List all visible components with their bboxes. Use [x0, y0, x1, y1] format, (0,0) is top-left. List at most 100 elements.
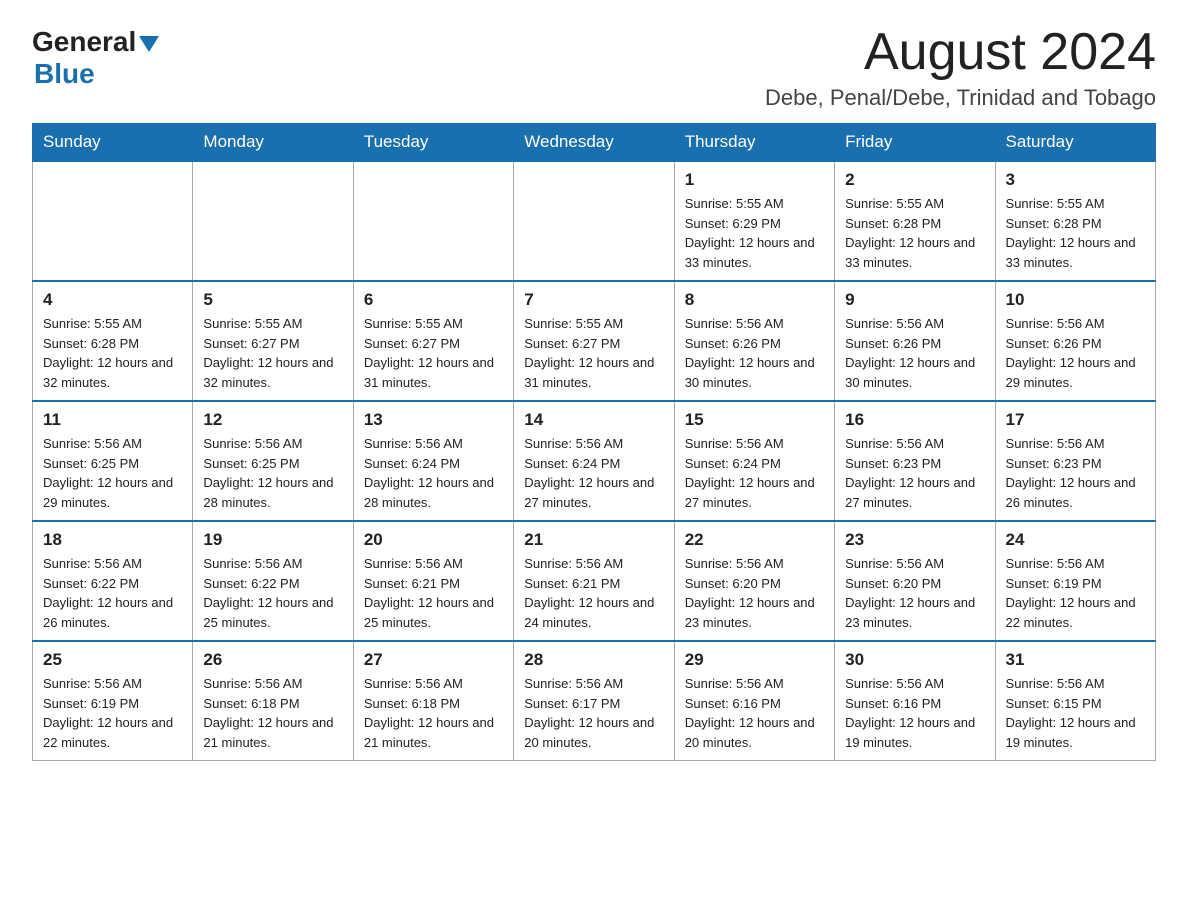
day-number: 26 [203, 650, 342, 670]
day-number: 29 [685, 650, 824, 670]
day-info: Sunrise: 5:56 AMSunset: 6:17 PMDaylight:… [524, 674, 663, 752]
day-info: Sunrise: 5:56 AMSunset: 6:26 PMDaylight:… [845, 314, 984, 392]
day-number: 1 [685, 170, 824, 190]
day-number: 5 [203, 290, 342, 310]
day-info: Sunrise: 5:56 AMSunset: 6:19 PMDaylight:… [43, 674, 182, 752]
day-info: Sunrise: 5:56 AMSunset: 6:18 PMDaylight:… [364, 674, 503, 752]
logo: General Blue [32, 28, 159, 90]
day-number: 16 [845, 410, 984, 430]
day-info: Sunrise: 5:56 AMSunset: 6:25 PMDaylight:… [43, 434, 182, 512]
calendar-cell: 10Sunrise: 5:56 AMSunset: 6:26 PMDayligh… [995, 281, 1155, 401]
calendar-cell: 18 Sunrise: 5:56 AMSunset: 6:22 PMDayligh… [33, 521, 193, 641]
day-number: 14 [524, 410, 663, 430]
day-number: 23 [845, 530, 984, 550]
week-row: 4 Sunrise: 5:55 AMSunset: 6:28 PMDaylight… [33, 281, 1156, 401]
week-row: 1 Sunrise: 5:55 AMSunset: 6:29 PMDaylight… [33, 161, 1156, 281]
title-area: August 2024 Debe, Penal/Debe, Trinidad a… [765, 24, 1156, 111]
calendar-cell: 30 Sunrise: 5:56 AMSunset: 6:16 PMDayligh… [835, 641, 995, 761]
day-info: Sunrise: 5:56 AMSunset: 6:18 PMDaylight:… [203, 674, 342, 752]
day-number: 22 [685, 530, 824, 550]
day-info: Sunrise: 5:56 AMSunset: 6:23 PMDaylight:… [845, 434, 984, 512]
calendar-cell: 20 Sunrise: 5:56 AMSunset: 6:21 PMDayligh… [353, 521, 513, 641]
week-row: 18 Sunrise: 5:56 AMSunset: 6:22 PMDayligh… [33, 521, 1156, 641]
day-number: 10 [1006, 290, 1145, 310]
calendar-cell: 14Sunrise: 5:56 AMSunset: 6:24 PMDayligh… [514, 401, 674, 521]
day-info: Sunrise: 5:55 AMSunset: 6:29 PMDaylight:… [685, 194, 824, 272]
calendar-header-row: SundayMondayTuesdayWednesdayThursdayFrid… [33, 124, 1156, 162]
calendar-cell: 17 Sunrise: 5:56 AMSunset: 6:23 PMDayligh… [995, 401, 1155, 521]
day-number: 19 [203, 530, 342, 550]
day-number: 12 [203, 410, 342, 430]
day-info: Sunrise: 5:56 AMSunset: 6:22 PMDaylight:… [203, 554, 342, 632]
calendar-cell: 7 Sunrise: 5:55 AMSunset: 6:27 PMDaylight… [514, 281, 674, 401]
day-info: Sunrise: 5:56 AMSunset: 6:21 PMDaylight:… [364, 554, 503, 632]
week-row: 11Sunrise: 5:56 AMSunset: 6:25 PMDayligh… [33, 401, 1156, 521]
day-number: 13 [364, 410, 503, 430]
day-number: 4 [43, 290, 182, 310]
day-info: Sunrise: 5:56 AMSunset: 6:24 PMDaylight:… [685, 434, 824, 512]
day-number: 30 [845, 650, 984, 670]
day-info: Sunrise: 5:56 AMSunset: 6:25 PMDaylight:… [203, 434, 342, 512]
day-info: Sunrise: 5:56 AMSunset: 6:20 PMDaylight:… [845, 554, 984, 632]
day-info: Sunrise: 5:55 AMSunset: 6:27 PMDaylight:… [524, 314, 663, 392]
calendar-cell: 16 Sunrise: 5:56 AMSunset: 6:23 PMDayligh… [835, 401, 995, 521]
day-number: 25 [43, 650, 182, 670]
column-header-sunday: Sunday [33, 124, 193, 162]
logo-general-text: General [32, 28, 136, 56]
calendar-cell: 23 Sunrise: 5:56 AMSunset: 6:20 PMDayligh… [835, 521, 995, 641]
day-number: 15 [685, 410, 824, 430]
day-number: 8 [685, 290, 824, 310]
day-info: Sunrise: 5:56 AMSunset: 6:16 PMDaylight:… [845, 674, 984, 752]
calendar-cell: 24 Sunrise: 5:56 AMSunset: 6:19 PMDayligh… [995, 521, 1155, 641]
day-info: Sunrise: 5:56 AMSunset: 6:23 PMDaylight:… [1006, 434, 1145, 512]
calendar-cell: 5 Sunrise: 5:55 AMSunset: 6:27 PMDaylight… [193, 281, 353, 401]
day-number: 24 [1006, 530, 1145, 550]
day-info: Sunrise: 5:56 AMSunset: 6:15 PMDaylight:… [1006, 674, 1145, 752]
logo-blue-text: Blue [34, 58, 95, 90]
day-info: Sunrise: 5:55 AMSunset: 6:27 PMDaylight:… [364, 314, 503, 392]
day-number: 28 [524, 650, 663, 670]
logo-triangle-icon [139, 36, 159, 52]
calendar-cell: 3 Sunrise: 5:55 AMSunset: 6:28 PMDaylight… [995, 161, 1155, 281]
header: General Blue August 2024 Debe, Penal/Deb… [32, 24, 1156, 111]
day-info: Sunrise: 5:55 AMSunset: 6:28 PMDaylight:… [1006, 194, 1145, 272]
day-number: 3 [1006, 170, 1145, 190]
calendar-cell: 13 Sunrise: 5:56 AMSunset: 6:24 PMDayligh… [353, 401, 513, 521]
day-info: Sunrise: 5:56 AMSunset: 6:16 PMDaylight:… [685, 674, 824, 752]
day-number: 27 [364, 650, 503, 670]
day-number: 20 [364, 530, 503, 550]
calendar-cell: 31Sunrise: 5:56 AMSunset: 6:15 PMDayligh… [995, 641, 1155, 761]
calendar-cell: 27 Sunrise: 5:56 AMSunset: 6:18 PMDayligh… [353, 641, 513, 761]
calendar: SundayMondayTuesdayWednesdayThursdayFrid… [32, 123, 1156, 761]
calendar-cell: 6 Sunrise: 5:55 AMSunset: 6:27 PMDaylight… [353, 281, 513, 401]
day-info: Sunrise: 5:55 AMSunset: 6:28 PMDaylight:… [845, 194, 984, 272]
calendar-cell: 25 Sunrise: 5:56 AMSunset: 6:19 PMDayligh… [33, 641, 193, 761]
column-header-wednesday: Wednesday [514, 124, 674, 162]
day-info: Sunrise: 5:55 AMSunset: 6:28 PMDaylight:… [43, 314, 182, 392]
day-info: Sunrise: 5:56 AMSunset: 6:22 PMDaylight:… [43, 554, 182, 632]
day-number: 18 [43, 530, 182, 550]
day-info: Sunrise: 5:56 AMSunset: 6:20 PMDaylight:… [685, 554, 824, 632]
calendar-cell: 9Sunrise: 5:56 AMSunset: 6:26 PMDaylight… [835, 281, 995, 401]
calendar-cell: 8Sunrise: 5:56 AMSunset: 6:26 PMDaylight… [674, 281, 834, 401]
calendar-cell: 21Sunrise: 5:56 AMSunset: 6:21 PMDayligh… [514, 521, 674, 641]
column-header-tuesday: Tuesday [353, 124, 513, 162]
day-info: Sunrise: 5:55 AMSunset: 6:27 PMDaylight:… [203, 314, 342, 392]
day-number: 7 [524, 290, 663, 310]
day-info: Sunrise: 5:56 AMSunset: 6:19 PMDaylight:… [1006, 554, 1145, 632]
calendar-cell [514, 161, 674, 281]
day-info: Sunrise: 5:56 AMSunset: 6:24 PMDaylight:… [364, 434, 503, 512]
week-row: 25 Sunrise: 5:56 AMSunset: 6:19 PMDayligh… [33, 641, 1156, 761]
calendar-cell: 22 Sunrise: 5:56 AMSunset: 6:20 PMDayligh… [674, 521, 834, 641]
calendar-cell: 19 Sunrise: 5:56 AMSunset: 6:22 PMDayligh… [193, 521, 353, 641]
day-number: 17 [1006, 410, 1145, 430]
day-number: 21 [524, 530, 663, 550]
month-title: August 2024 [765, 24, 1156, 81]
column-header-saturday: Saturday [995, 124, 1155, 162]
day-number: 6 [364, 290, 503, 310]
calendar-cell [33, 161, 193, 281]
calendar-cell: 12 Sunrise: 5:56 AMSunset: 6:25 PMDayligh… [193, 401, 353, 521]
column-header-friday: Friday [835, 124, 995, 162]
calendar-cell: 4 Sunrise: 5:55 AMSunset: 6:28 PMDaylight… [33, 281, 193, 401]
day-number: 2 [845, 170, 984, 190]
